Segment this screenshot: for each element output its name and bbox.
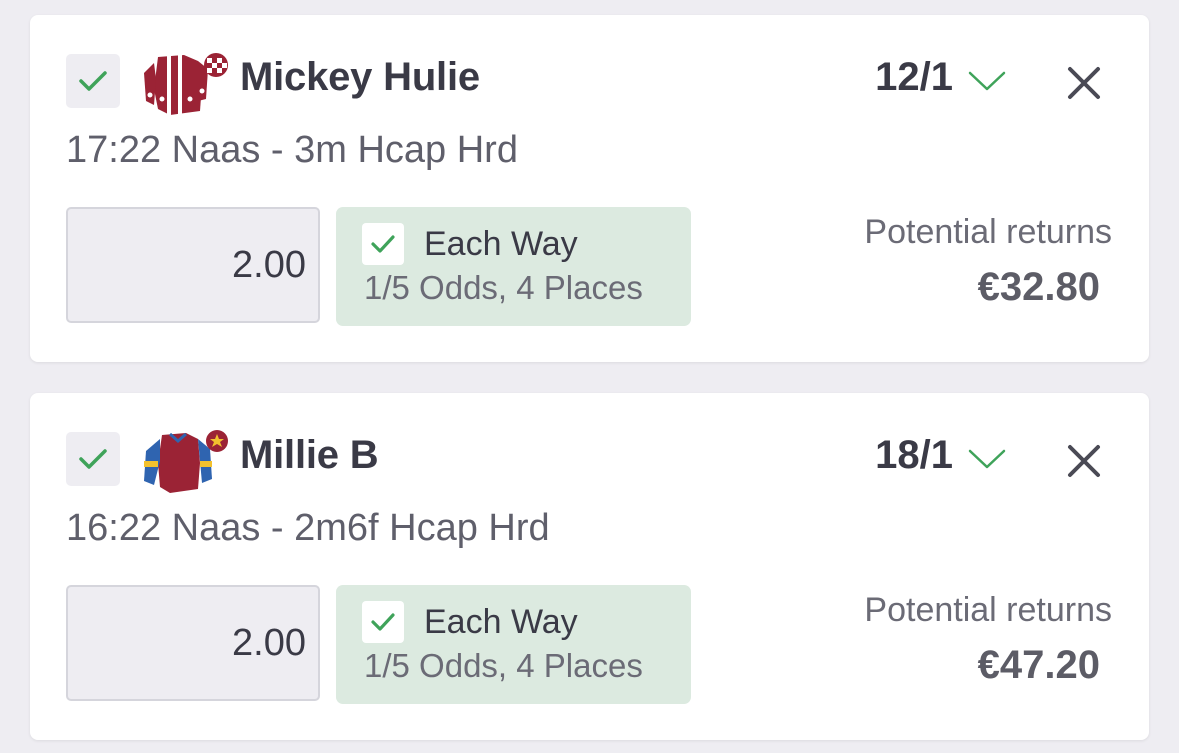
check-icon — [371, 613, 395, 631]
check-icon — [79, 71, 107, 91]
jockey-silk-icon — [144, 430, 228, 493]
potential-returns-value: €47.20 — [977, 643, 1100, 687]
close-icon[interactable] — [1064, 441, 1104, 481]
chevron-down-icon[interactable] — [967, 445, 1007, 473]
potential-returns-value: €32.80 — [977, 265, 1100, 309]
check-icon — [371, 235, 395, 253]
race-info: 16:22 Naas - 2m6f Hcap Hrd — [66, 507, 550, 549]
each-way-toggle[interactable]: Each Way 1/5 Odds, 4 Places — [336, 207, 691, 326]
potential-returns-label: Potential returns — [864, 591, 1112, 629]
chevron-down-icon[interactable] — [967, 67, 1007, 95]
odds-value[interactable]: 18/1 — [875, 433, 953, 478]
each-way-label: Each Way — [424, 603, 578, 641]
race-info: 17:22 Naas - 3m Hcap Hrd — [66, 129, 518, 171]
selection-checkbox[interactable] — [66, 54, 120, 108]
each-way-label: Each Way — [424, 225, 578, 263]
runner-name: Millie B — [240, 433, 379, 477]
close-icon[interactable] — [1064, 63, 1104, 103]
jockey-silk-icon — [144, 53, 228, 115]
each-way-checkbox[interactable] — [362, 223, 404, 265]
bet-slip-card: Millie B 18/1 16:22 Naas - 2m6f Hcap Hrd… — [30, 393, 1149, 740]
each-way-checkbox[interactable] — [362, 601, 404, 643]
stake-input[interactable]: 2.00 — [66, 207, 320, 323]
each-way-terms: 1/5 Odds, 4 Places — [364, 647, 643, 684]
each-way-toggle[interactable]: Each Way 1/5 Odds, 4 Places — [336, 585, 691, 704]
check-icon — [79, 449, 107, 469]
selection-checkbox[interactable] — [66, 432, 120, 486]
runner-name: Mickey Hulie — [240, 55, 480, 99]
bet-slip-card: Mickey Hulie 12/1 17:22 Naas - 3m Hcap H… — [30, 15, 1149, 362]
stake-input[interactable]: 2.00 — [66, 585, 320, 701]
potential-returns-label: Potential returns — [864, 213, 1112, 251]
each-way-terms: 1/5 Odds, 4 Places — [364, 269, 643, 306]
odds-value[interactable]: 12/1 — [875, 55, 953, 100]
